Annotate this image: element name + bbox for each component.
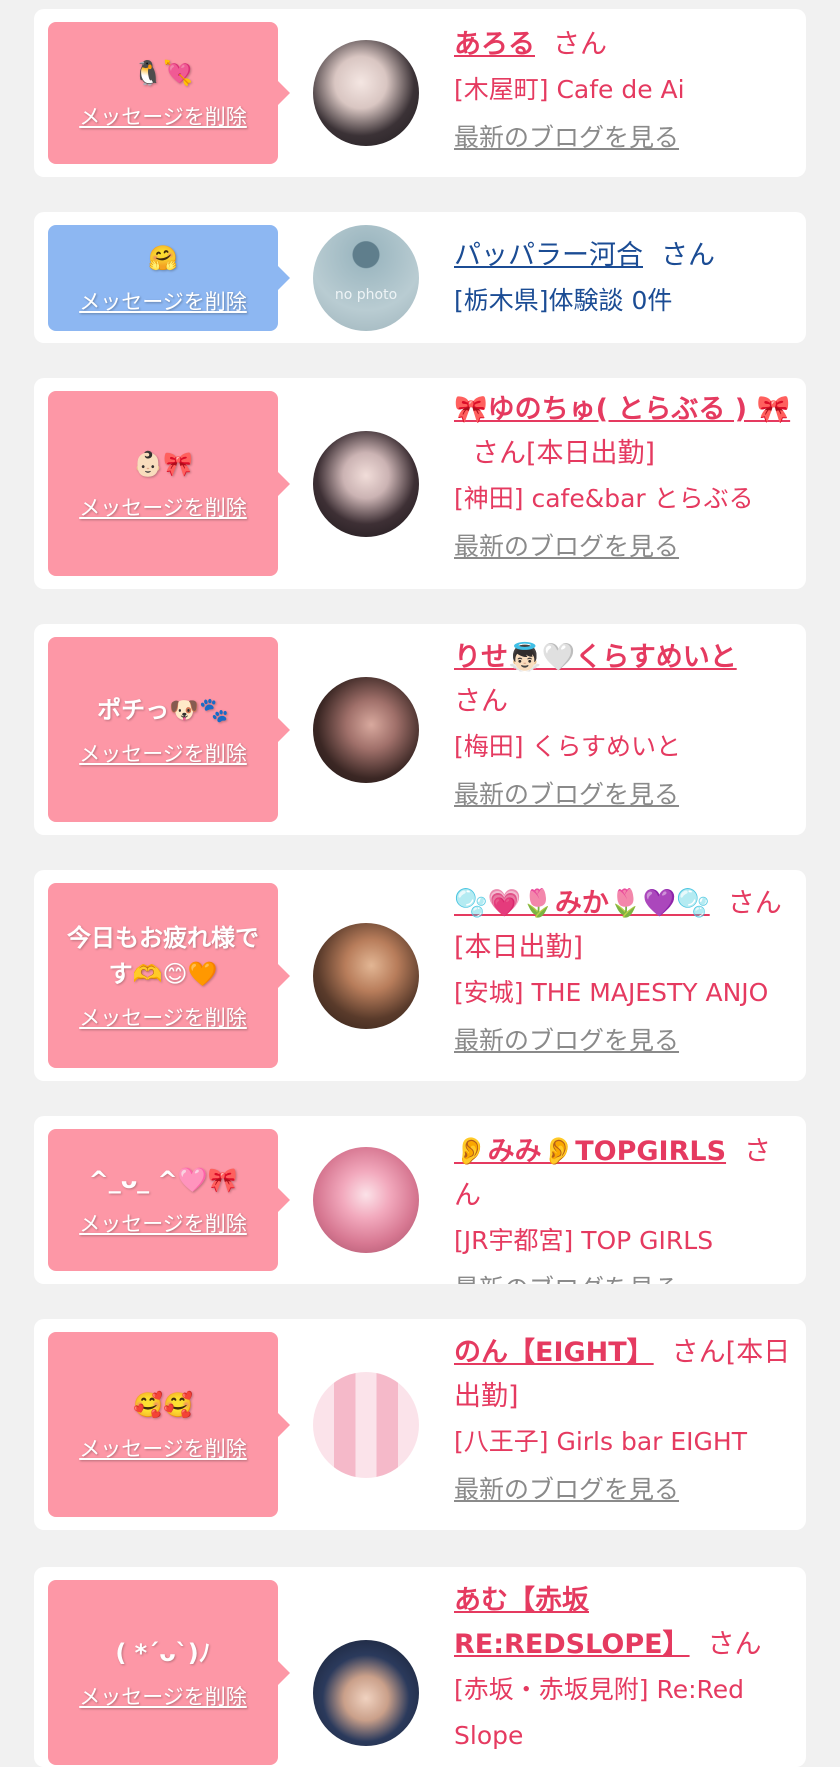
message-text: ( *´ᴗ`)ﾉ bbox=[115, 1638, 211, 1667]
avatar[interactable] bbox=[313, 677, 419, 783]
message-text: ^_ᴗ_ ^🩷🎀 bbox=[88, 1166, 238, 1194]
shop-label[interactable]: [神田] cafe&bar とらぶる bbox=[454, 476, 794, 522]
name-link[interactable]: パッパラー河合 bbox=[454, 240, 643, 271]
delete-message-link[interactable]: メッセージを削除 bbox=[79, 1433, 247, 1463]
message-text: 今日もお疲れ様です🫶😊🧡 bbox=[67, 923, 259, 988]
name-link[interactable]: りせ👼🏻🤍くらすめいと bbox=[454, 642, 737, 673]
message-bubble: 👶🏻🎀 メッセージを削除 bbox=[48, 391, 290, 576]
avatar[interactable] bbox=[313, 1640, 419, 1746]
delete-message-link[interactable]: メッセージを削除 bbox=[79, 1681, 247, 1711]
delete-message-link[interactable]: メッセージを削除 bbox=[79, 492, 247, 522]
shop-label[interactable]: [安城] THE MAJESTY ANJO bbox=[454, 970, 794, 1016]
message-text: 🤗 bbox=[148, 244, 178, 272]
delete-message-link[interactable]: メッセージを削除 bbox=[79, 1002, 247, 1032]
message-text: 👶🏻🎀 bbox=[133, 449, 193, 478]
shop-label[interactable]: [木屋町] Cafe de Ai bbox=[454, 67, 794, 113]
favorite-list: 🐧💘 メッセージを削除 あろる さん [木屋町] Cafe de Ai 最新のブロ… bbox=[0, 0, 840, 1767]
blog-link[interactable]: 最新のブログを見る bbox=[454, 770, 794, 820]
blog-link[interactable]: 最新のブログを見る bbox=[454, 113, 794, 163]
avatar[interactable] bbox=[313, 1147, 419, 1253]
message-bubble: 今日もお疲れ様です🫶😊🧡 メッセージを削除 bbox=[48, 883, 290, 1068]
shop-label[interactable]: [JR宇都宮] TOP GIRLS bbox=[454, 1218, 794, 1264]
message-bubble: 🥰🥰 メッセージを削除 bbox=[48, 1332, 290, 1517]
message-bubble: 🐧💘 メッセージを削除 bbox=[48, 22, 290, 164]
shop-label[interactable]: [八王子] Girls bar EIGHT bbox=[454, 1419, 794, 1465]
name-suffix: さん bbox=[553, 29, 607, 60]
shop-label[interactable]: [赤坂・赤坂見附] Re:Red Slope bbox=[454, 1667, 794, 1759]
message-bubble: ポチっ🐶🐾 メッセージを削除 bbox=[48, 637, 290, 822]
shop-label[interactable]: [梅田] くらすめいと bbox=[454, 724, 794, 770]
delete-message-link[interactable]: メッセージを削除 bbox=[79, 286, 247, 316]
message-bubble: ( *´ᴗ`)ﾉ メッセージを削除 bbox=[48, 1580, 290, 1765]
list-item: 🥰🥰 メッセージを削除 のん【EIGHT】 さん[本日出勤] [八王子] Girl… bbox=[34, 1319, 806, 1530]
avatar[interactable]: no photo bbox=[313, 225, 419, 331]
name-link[interactable]: 🫧💗🌷みか🌷💜🫧 bbox=[454, 888, 710, 919]
blog-link[interactable]: 最新のブログを見る bbox=[454, 1264, 794, 1284]
name-link[interactable]: 👂みみ👂TOPGIRLS bbox=[454, 1136, 726, 1167]
shop-label[interactable]: [栃木県]体験談 0件 bbox=[454, 278, 794, 324]
message-text: 🐧💘 bbox=[133, 59, 193, 87]
blog-link[interactable]: 最新のブログを見る bbox=[454, 522, 794, 572]
delete-message-link[interactable]: メッセージを削除 bbox=[79, 738, 247, 768]
list-item: 今日もお疲れ様です🫶😊🧡 メッセージを削除 🫧💗🌷みか🌷💜🫧 さん[本日出勤] [… bbox=[34, 870, 806, 1081]
avatar[interactable] bbox=[313, 1372, 419, 1478]
delete-message-link[interactable]: メッセージを削除 bbox=[79, 1208, 247, 1238]
avatar[interactable] bbox=[313, 431, 419, 537]
list-item: 👶🏻🎀 メッセージを削除 🎀ゆのちゅ( とらぶる ) 🎀 さん[本日出勤] [神田… bbox=[34, 378, 806, 589]
name-suffix: さん bbox=[454, 686, 508, 717]
blog-link[interactable]: 最新のブログを見る bbox=[454, 1016, 794, 1066]
list-item: 🐧💘 メッセージを削除 あろる さん [木屋町] Cafe de Ai 最新のブロ… bbox=[34, 9, 806, 177]
name-link[interactable]: あろる bbox=[454, 29, 535, 60]
list-item: ^_ᴗ_ ^🩷🎀 メッセージを削除 👂みみ👂TOPGIRLS さん [JR宇都宮]… bbox=[34, 1116, 806, 1284]
avatar[interactable] bbox=[313, 40, 419, 146]
message-text: 🥰🥰 bbox=[133, 1390, 193, 1419]
list-item: ポチっ🐶🐾 メッセージを削除 りせ👼🏻🤍くらすめいと さん [梅田] くらすめい… bbox=[34, 624, 806, 835]
message-bubble: 🤗 メッセージを削除 bbox=[48, 225, 290, 331]
message-bubble: ^_ᴗ_ ^🩷🎀 メッセージを削除 bbox=[48, 1129, 290, 1271]
name-suffix: さん[本日出勤] bbox=[472, 438, 656, 469]
list-item: ( *´ᴗ`)ﾉ メッセージを削除 あむ【赤坂RE:REDSLOPE】 さん [赤… bbox=[34, 1567, 806, 1767]
name-suffix: さん bbox=[707, 1629, 762, 1660]
blog-link[interactable]: 最新のブログを見る bbox=[454, 1465, 794, 1515]
list-item: 🤗 メッセージを削除 no photo パッパラー河合 さん [栃木県]体験談 0… bbox=[34, 212, 806, 343]
name-suffix: さん bbox=[661, 240, 715, 271]
name-link[interactable]: のん【EIGHT】 bbox=[454, 1337, 654, 1368]
no-photo-label: no photo bbox=[334, 287, 398, 303]
name-link[interactable]: あむ【赤坂RE:REDSLOPE】 bbox=[454, 1585, 690, 1660]
avatar[interactable] bbox=[313, 923, 419, 1029]
delete-message-link[interactable]: メッセージを削除 bbox=[79, 101, 247, 131]
message-text: ポチっ🐶🐾 bbox=[97, 695, 229, 724]
name-link[interactable]: 🎀ゆのちゅ( とらぶる ) 🎀 bbox=[454, 394, 790, 425]
